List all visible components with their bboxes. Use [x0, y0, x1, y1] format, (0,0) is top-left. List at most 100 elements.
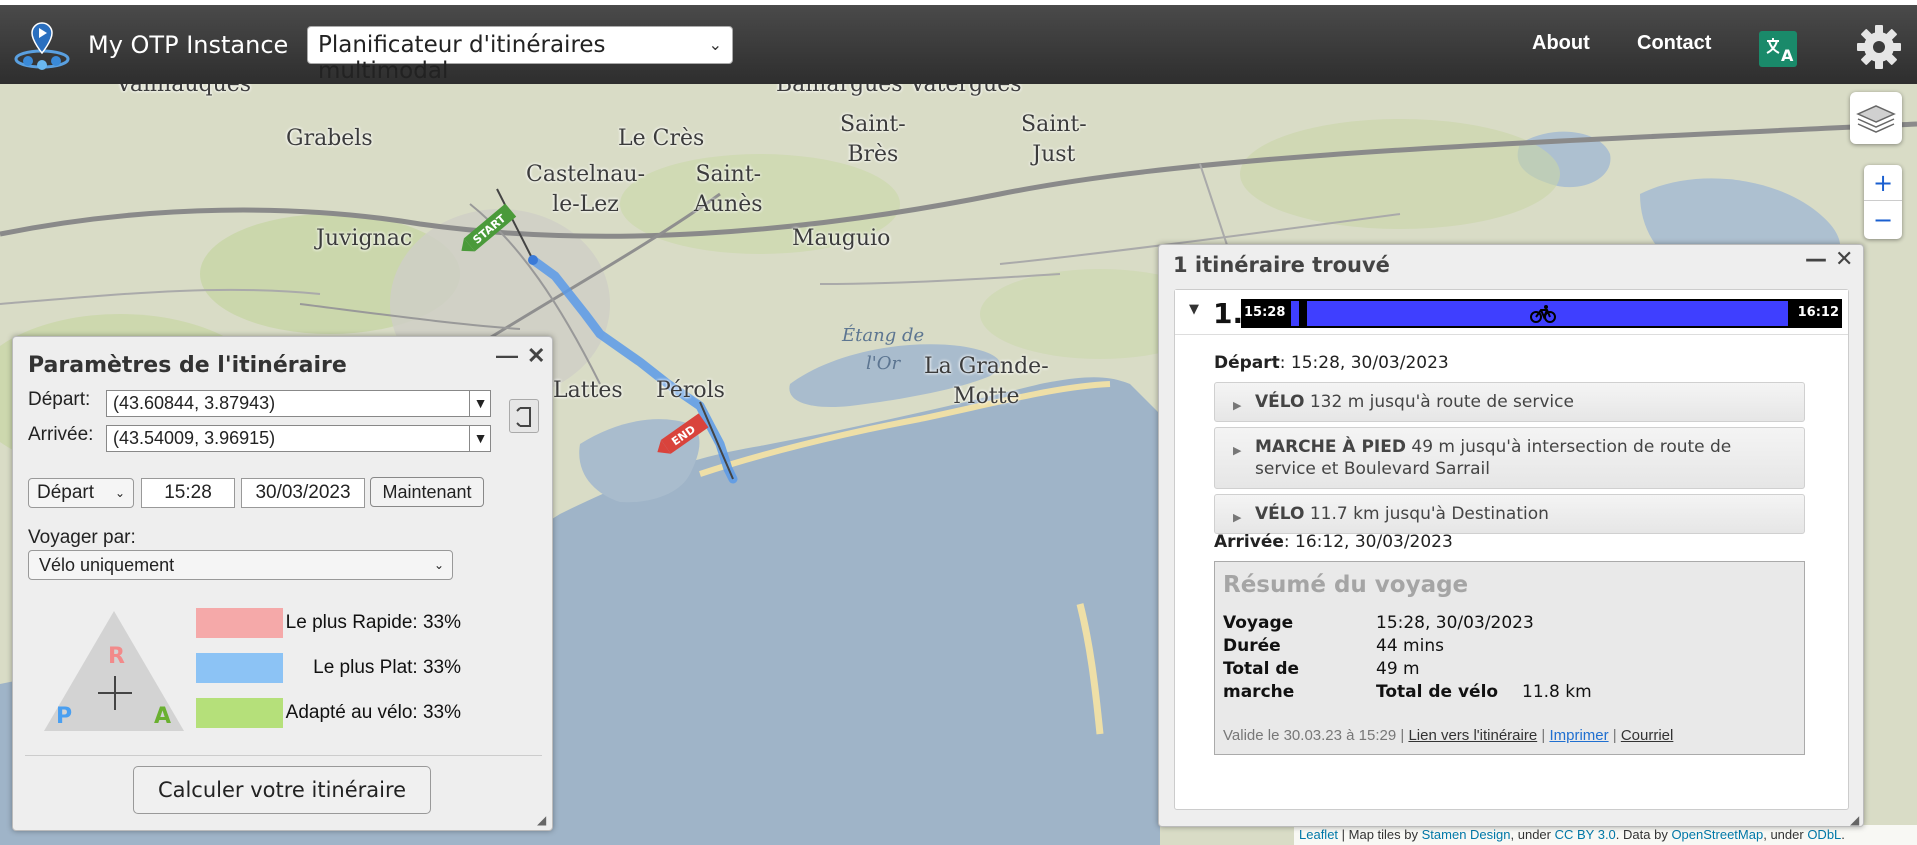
- now-button[interactable]: Maintenant: [370, 477, 484, 507]
- town-label: Saint- Aunès: [694, 162, 763, 217]
- bicycle-icon: [1530, 305, 1556, 323]
- town-label: Baillargues Vatergues: [776, 84, 1022, 97]
- from-dropdown-icon[interactable]: ▼: [469, 390, 491, 417]
- plan-trip-button[interactable]: Calculer votre itinéraire: [133, 766, 431, 814]
- triangle-label-a: A: [154, 704, 171, 729]
- town-label: Saint- Brès: [840, 112, 906, 167]
- minimize-panel-button[interactable]: —: [1805, 247, 1827, 272]
- itinerary-number: 1.: [1213, 297, 1244, 330]
- town-label: Pérols: [656, 378, 725, 403]
- separator: |: [1608, 727, 1621, 744]
- summary-value: 49 m: [1376, 659, 1420, 679]
- leg-item[interactable]: ▶ MARCHE À PIED 49 m jusqu'à intersectio…: [1214, 427, 1805, 489]
- resize-handle-icon[interactable]: ◢: [1850, 813, 1862, 827]
- bike-leg-segment: [1307, 301, 1788, 326]
- depart-arrive-select[interactable]: Départ ⌄: [28, 478, 134, 508]
- odbl-link[interactable]: ODbL: [1807, 827, 1841, 842]
- panel-title: Paramètres de l'itinéraire: [28, 353, 347, 378]
- app-title[interactable]: My OTP Instance: [88, 31, 288, 59]
- preference-triangle[interactable]: R P A: [40, 607, 188, 735]
- panel-title: 1 itinéraire trouvé: [1173, 253, 1390, 277]
- town-label: Saint- Just: [1021, 112, 1087, 167]
- minimize-panel-button[interactable]: —: [496, 343, 518, 369]
- town-label: Lattes: [553, 378, 623, 403]
- expand-triangle-icon: ▶: [1233, 444, 1242, 457]
- leaflet-link[interactable]: Leaflet: [1299, 827, 1338, 842]
- divider: [25, 755, 542, 756]
- pref-fast-label: Le plus Rapide: 33%: [285, 612, 461, 633]
- to-value: (43.54009, 3.96915): [113, 428, 276, 448]
- itinerary-container: ▼ 1. 15:28 16:12 Départ: 15:28, 30/03/20…: [1174, 289, 1849, 810]
- swap-icon: [516, 407, 531, 427]
- attribution-text: . Data by: [1615, 827, 1672, 842]
- summary-title: Résumé du voyage: [1223, 572, 1469, 598]
- chevron-down-icon: ⌄: [433, 558, 444, 572]
- swap-locations-button[interactable]: [509, 399, 539, 433]
- close-panel-button[interactable]: ✕: [1835, 247, 1853, 272]
- bar-end-time: 16:12: [1797, 305, 1839, 320]
- summary-value: 11.8 km: [1522, 682, 1592, 702]
- attribution-text: , under: [1763, 827, 1808, 842]
- leg-mode: VÉLO: [1255, 504, 1305, 524]
- triangle-label-r: R: [108, 644, 125, 669]
- print-link[interactable]: Imprimer: [1549, 727, 1608, 744]
- summary-value: 15:28, 30/03/2023: [1376, 613, 1534, 633]
- depart-value: : 15:28, 30/03/2023: [1279, 353, 1449, 373]
- osm-link[interactable]: OpenStreetMap: [1671, 827, 1763, 842]
- lagoon-label: Étang de l'Or: [842, 325, 925, 374]
- from-input[interactable]: (43.60844, 3.87943) ▼: [106, 390, 491, 417]
- language-icon[interactable]: A: [1757, 27, 1799, 71]
- resize-handle-icon[interactable]: ◢: [537, 813, 549, 827]
- summary-key: Voyage: [1223, 613, 1294, 633]
- attribution-text: | Map tiles by: [1338, 827, 1422, 842]
- summary-footer: Valide le 30.03.23 à 15:29 | Lien vers l…: [1223, 727, 1673, 744]
- trip-summary: Résumé du voyage Voyage 15:28, 30/03/202…: [1214, 561, 1805, 755]
- leg-item[interactable]: ▶ VÉLO 132 m jusqu'à route de service: [1214, 382, 1805, 422]
- itinerary-header[interactable]: ▼ 1. 15:28 16:12: [1175, 290, 1848, 335]
- time-input[interactable]: 15:28: [141, 478, 235, 508]
- to-dropdown-icon[interactable]: ▼: [469, 425, 491, 452]
- zoom-in-button[interactable]: +: [1864, 165, 1902, 201]
- to-input[interactable]: (43.54009, 3.96915) ▼: [106, 425, 491, 452]
- attribution-text: , under: [1510, 827, 1555, 842]
- depart-line: Départ: 15:28, 30/03/2023: [1214, 353, 1449, 373]
- gear-icon[interactable]: [1854, 22, 1904, 72]
- email-link[interactable]: Courriel: [1621, 727, 1674, 744]
- close-panel-button[interactable]: ✕: [527, 343, 545, 369]
- separator: |: [1537, 727, 1550, 744]
- pref-bike-friendly-label: Adapté au vélo: 33%: [285, 702, 461, 723]
- triangle-label-p: P: [56, 704, 72, 729]
- walk-leg-segment: [1291, 301, 1299, 326]
- expand-triangle-icon: ▶: [1233, 511, 1242, 524]
- date-input[interactable]: 30/03/2023: [241, 478, 365, 508]
- to-label: Arrivée:: [28, 424, 94, 445]
- itinerary-link[interactable]: Lien vers l'itinéraire: [1408, 727, 1537, 744]
- leg-mode: MARCHE À PIED: [1255, 437, 1406, 457]
- nav-contact-link[interactable]: Contact: [1637, 32, 1711, 55]
- chevron-down-icon: ⌄: [708, 35, 722, 54]
- leg-text: 11.7 km jusqu'à Destination: [1304, 504, 1549, 524]
- itinerary-results-panel: 1 itinéraire trouvé — ✕ ▼ 1. 15:28 16:12: [1158, 244, 1864, 827]
- zoom-out-button[interactable]: −: [1864, 202, 1902, 238]
- trip-options-panel: Paramètres de l'itinéraire — ✕ Départ: (…: [12, 336, 553, 831]
- collapse-triangle-icon[interactable]: ▼: [1189, 302, 1199, 317]
- travel-mode-select[interactable]: Vélo uniquement ⌄: [28, 550, 453, 580]
- summary-value: 44 mins: [1376, 636, 1444, 656]
- planner-mode-select[interactable]: Planificateur d'itinéraires multimodal ⌄: [307, 26, 733, 84]
- travel-mode-value: Vélo uniquement: [39, 555, 175, 575]
- ccby-link[interactable]: CC BY 3.0: [1555, 827, 1616, 842]
- leg-item[interactable]: ▶ VÉLO 11.7 km jusqu'à Destination: [1214, 494, 1805, 534]
- nav-about-link[interactable]: About: [1532, 32, 1590, 55]
- svg-text:A: A: [1781, 46, 1794, 65]
- otp-logo-icon[interactable]: [12, 19, 72, 71]
- town-label: Le Crès: [618, 126, 705, 151]
- stamen-link[interactable]: Stamen Design: [1422, 827, 1511, 842]
- planner-mode-value: Planificateur d'itinéraires multimodal: [318, 32, 606, 84]
- arrive-label: Arrivée: [1214, 532, 1284, 552]
- layers-control-button[interactable]: [1850, 92, 1902, 144]
- town-label: Grabels: [286, 126, 373, 151]
- leg-text: 132 m jusqu'à route de service: [1304, 392, 1574, 412]
- summary-key: Durée: [1223, 636, 1281, 656]
- town-label: Vailhauques: [116, 84, 252, 97]
- itinerary-time-bar[interactable]: 15:28 16:12: [1241, 299, 1842, 328]
